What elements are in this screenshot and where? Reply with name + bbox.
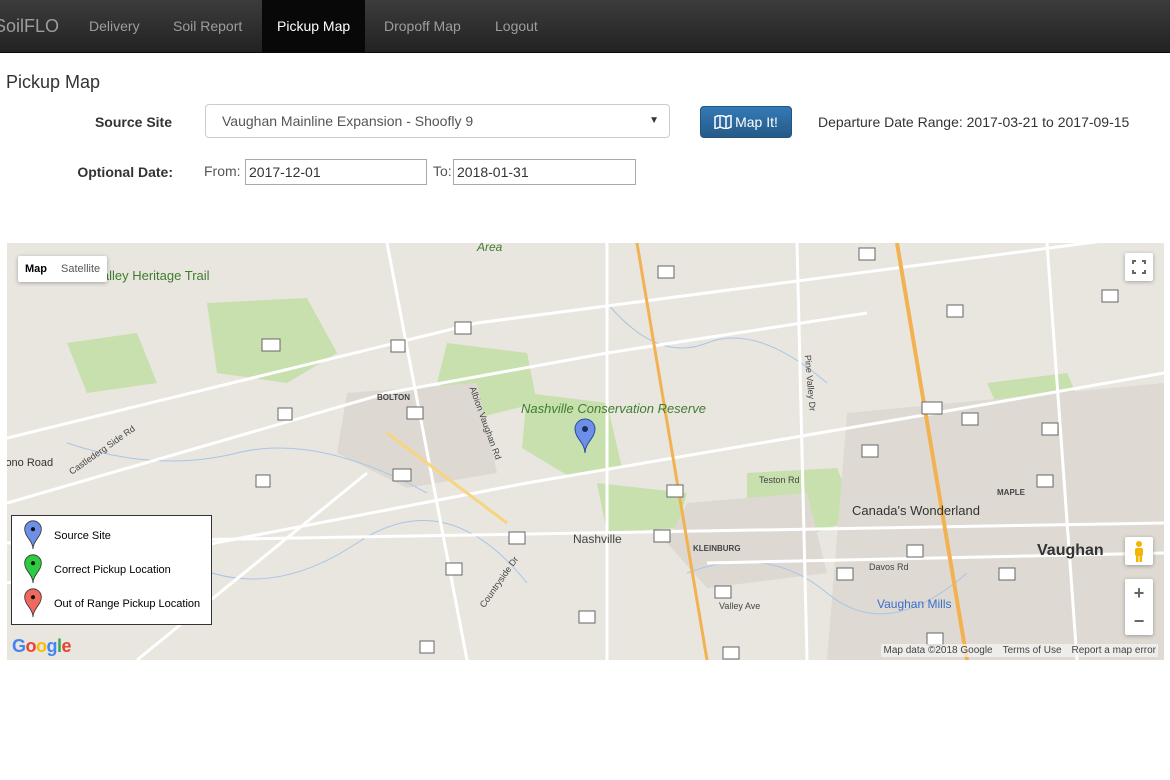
brand-logo[interactable]: SoilFLO xyxy=(0,0,59,52)
nav-pickup-map[interactable]: Pickup Map xyxy=(262,0,366,52)
zoom-in-button[interactable]: + xyxy=(1125,579,1153,607)
map-type-map-button[interactable]: Map xyxy=(18,256,54,282)
from-label: From: xyxy=(204,163,241,179)
map-label-kleinburg: KLEINBURG xyxy=(693,544,741,553)
map-label-nashville: Nashville xyxy=(573,532,622,546)
blue-pin-icon xyxy=(24,520,42,550)
source-site-label: Source Site xyxy=(94,114,172,130)
departure-date-range: Departure Date Range: 2017-03-21 to 2017… xyxy=(818,114,1130,130)
pegman-icon xyxy=(1135,541,1143,562)
zoom-out-button[interactable]: − xyxy=(1125,607,1153,635)
report-map-error-link[interactable]: Report a map error xyxy=(1072,645,1156,656)
caret-down-icon: ▼ xyxy=(649,115,659,126)
source-site-marker[interactable] xyxy=(573,418,597,454)
map-type-satellite-button[interactable]: Satellite xyxy=(54,256,107,282)
green-pin-icon xyxy=(24,554,42,584)
to-date-input[interactable]: 2018-01-31 xyxy=(453,159,636,185)
pickup-map[interactable]: Nashville Conservation Reserve Nashville… xyxy=(7,243,1164,660)
nav-delivery[interactable]: Delivery xyxy=(74,0,155,52)
source-site-select[interactable]: Vaughan Mainline Expansion - Shoofly 9 ▼ xyxy=(205,104,670,138)
map-label-nashville-conservation: Nashville Conservation Reserve xyxy=(521,402,706,415)
nav-soil-report[interactable]: Soil Report xyxy=(158,0,257,52)
map-label-canadas-wonderland: Canada's Wonderland xyxy=(852,503,980,518)
map-label-maple: MAPLE xyxy=(997,488,1025,497)
nav-logout[interactable]: Logout xyxy=(480,0,553,52)
legend-label-correct-pickup: Correct Pickup Location xyxy=(54,564,171,576)
map-legend: Source Site Correct Pickup Location Out … xyxy=(11,515,212,625)
source-site-value: Vaughan Mainline Expansion - Shoofly 9 xyxy=(222,113,474,129)
map-data-credit: Map data ©2018 Google xyxy=(883,645,993,656)
fullscreen-icon xyxy=(1132,260,1146,274)
google-logo[interactable]: Google xyxy=(12,636,72,657)
top-navbar: SoilFLO Delivery Soil Report Pickup Map … xyxy=(0,0,1170,53)
map-it-button[interactable]: Map It! xyxy=(700,106,792,138)
map-label-area: Area xyxy=(477,243,503,254)
from-date-input[interactable]: 2017-12-01 xyxy=(245,159,427,185)
map-label-vaughan-mills: Vaughan Mills xyxy=(877,597,952,611)
legend-label-out-of-range: Out of Range Pickup Location xyxy=(54,598,201,610)
page-title: Pickup Map xyxy=(6,72,101,92)
terms-of-use-link[interactable]: Terms of Use xyxy=(1003,645,1062,656)
map-label-davos-rd: Davos Rd xyxy=(869,562,909,572)
map-label-vaughan: Vaughan xyxy=(1037,542,1104,559)
optional-date-label: Optional Date: xyxy=(77,164,173,180)
nav-dropoff-map[interactable]: Dropoff Map xyxy=(369,0,476,52)
zoom-control: + − xyxy=(1125,579,1153,635)
map-label-teston-rd: Teston Rd xyxy=(759,475,800,485)
red-pin-icon xyxy=(24,588,42,618)
map-icon xyxy=(714,113,732,131)
to-label: To: xyxy=(433,163,452,179)
map-it-label: Map It! xyxy=(735,114,778,130)
map-attribution: Map data ©2018 Google Terms of Use Report … xyxy=(881,644,1158,657)
map-label-valley-ave: Valley Ave xyxy=(719,601,761,611)
map-label-mono-road: lono Road xyxy=(7,457,54,469)
map-label-bolton: BOLTON xyxy=(377,393,411,402)
legend-label-source-site: Source Site xyxy=(54,530,111,542)
map-type-control: Map Satellite xyxy=(18,256,108,282)
street-view-button[interactable] xyxy=(1125,537,1153,565)
fullscreen-button[interactable] xyxy=(1125,253,1153,281)
